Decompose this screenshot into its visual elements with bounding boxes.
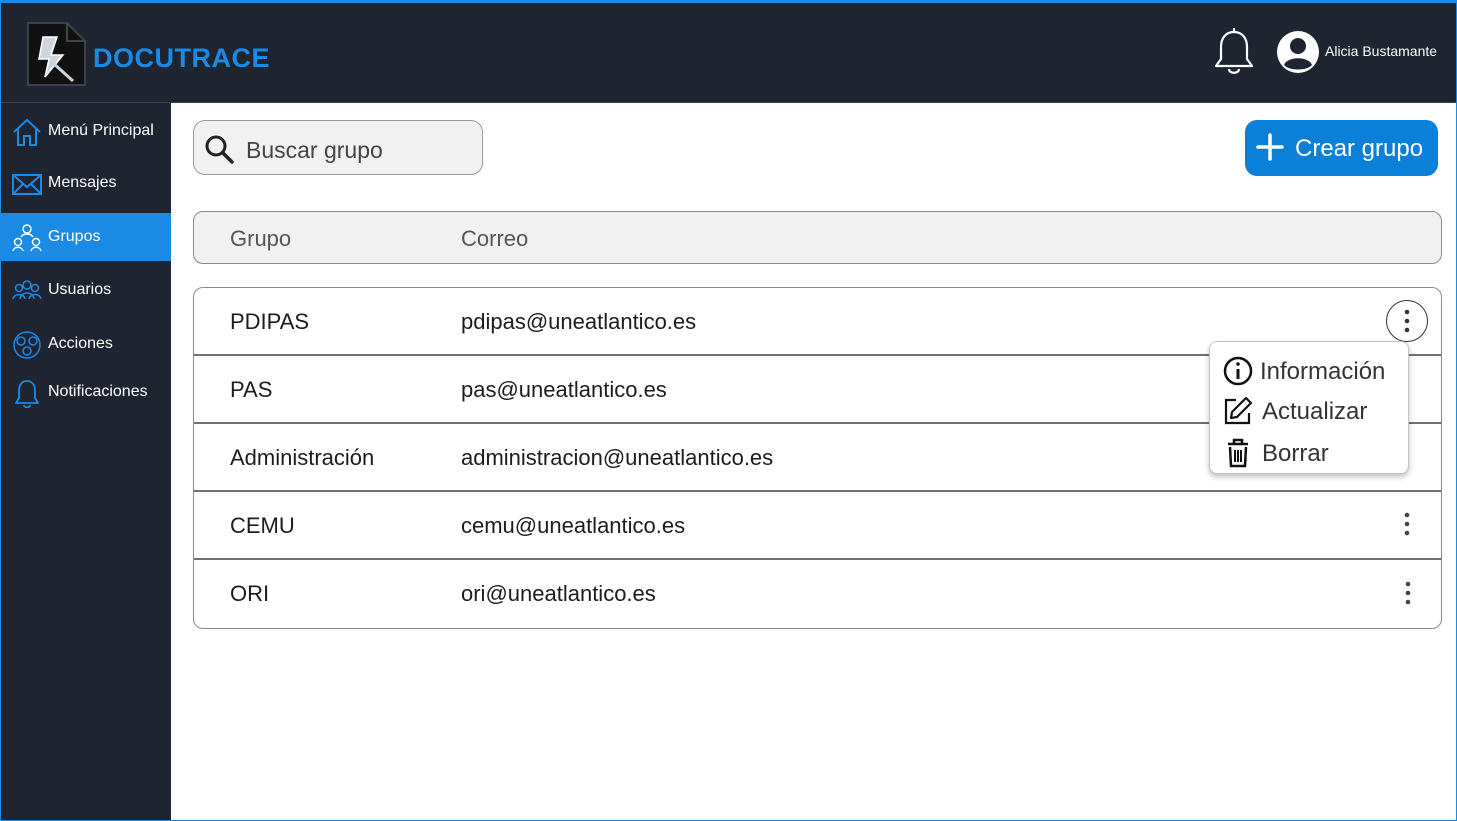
search-input[interactable]: Buscar grupo — [193, 120, 483, 175]
sidebar-item-label: Usuarios — [48, 281, 112, 298]
column-header-correo: Correo — [461, 226, 529, 251]
column-header-grupo: Grupo — [230, 226, 292, 251]
sidebar-item-label: Grupos — [48, 228, 101, 245]
sidebar-item-grupos[interactable]: Grupos — [1, 213, 171, 261]
users-icon — [12, 280, 42, 300]
table-row[interactable]: ORI ori@uneatlantico.es — [194, 560, 1441, 628]
menu-item-actualizar[interactable]: Actualizar — [1222, 393, 1408, 429]
plus-icon — [1256, 133, 1284, 161]
kebab-icon — [1405, 581, 1411, 605]
group-email: pdipas@uneatlantico.es — [461, 309, 697, 334]
search-placeholder: Buscar grupo — [246, 137, 383, 163]
kebab-icon — [1404, 309, 1410, 333]
create-group-button[interactable]: Crear grupo — [1245, 120, 1438, 176]
bell-icon — [15, 380, 39, 408]
sidebar-item-acciones[interactable]: Acciones — [1, 320, 171, 368]
menu-item-label: Borrar — [1262, 440, 1329, 467]
menu-item-borrar[interactable]: Borrar — [1222, 435, 1408, 471]
sidebar-item-label: Mensajes — [48, 174, 117, 191]
actions-icon — [13, 331, 41, 359]
sidebar-item-menu-principal[interactable]: Menú Principal — [1, 107, 171, 155]
create-group-label: Crear grupo — [1295, 135, 1424, 162]
user-name[interactable]: Alicia Bustamante — [1325, 43, 1437, 59]
menu-item-informacion[interactable]: Información — [1222, 353, 1408, 389]
table-row[interactable]: CEMU cemu@uneatlantico.es — [194, 492, 1441, 560]
groups-icon — [12, 224, 42, 252]
sidebar-item-label: Acciones — [48, 335, 113, 352]
menu-item-label: Información — [1260, 358, 1386, 385]
sidebar-item-label: Menú Principal — [48, 122, 154, 139]
row-menu-button[interactable] — [1386, 572, 1428, 614]
search-icon — [205, 135, 234, 164]
app-window: DOCUTRACE Alicia Bustamante Menú Princip… — [0, 0, 1457, 821]
group-email: administracion@uneatlantico.es — [461, 445, 774, 470]
group-name: Administración — [230, 445, 375, 470]
group-email: pas@uneatlantico.es — [461, 377, 667, 402]
user-avatar-icon[interactable] — [1275, 29, 1321, 75]
home-icon — [13, 118, 41, 146]
group-name: CEMU — [230, 513, 295, 538]
group-name: PDIPAS — [230, 309, 310, 334]
envelope-icon — [12, 174, 42, 195]
menu-item-label: Actualizar — [1262, 398, 1368, 425]
group-name: PAS — [230, 377, 273, 402]
notifications-bell-icon[interactable] — [1211, 27, 1257, 77]
sidebar-item-label: Notificaciones — [48, 383, 148, 400]
edit-icon — [1224, 396, 1253, 425]
sidebar: Menú Principal Mensajes Grupos Usuarios … — [1, 103, 171, 820]
row-context-menu: Información Actualizar Borrar — [1209, 341, 1409, 474]
sidebar-item-mensajes[interactable]: Mensajes — [1, 159, 171, 207]
group-email: cemu@uneatlantico.es — [461, 513, 686, 538]
group-name: ORI — [230, 581, 270, 606]
group-email: ori@uneatlantico.es — [461, 581, 656, 606]
sidebar-item-notificaciones[interactable]: Notificaciones — [1, 368, 171, 416]
docutrace-logo-icon — [27, 22, 86, 86]
trash-icon — [1228, 438, 1248, 468]
info-icon — [1223, 356, 1253, 386]
row-menu-button[interactable] — [1386, 300, 1428, 342]
brand-name: DOCUTRACE — [93, 43, 270, 73]
top-bar: DOCUTRACE Alicia Bustamante — [1, 3, 1456, 103]
kebab-icon — [1404, 512, 1410, 536]
sidebar-item-usuarios[interactable]: Usuarios — [1, 266, 171, 314]
table-header: Grupo Correo — [193, 211, 1442, 264]
row-menu-button[interactable] — [1386, 504, 1428, 546]
